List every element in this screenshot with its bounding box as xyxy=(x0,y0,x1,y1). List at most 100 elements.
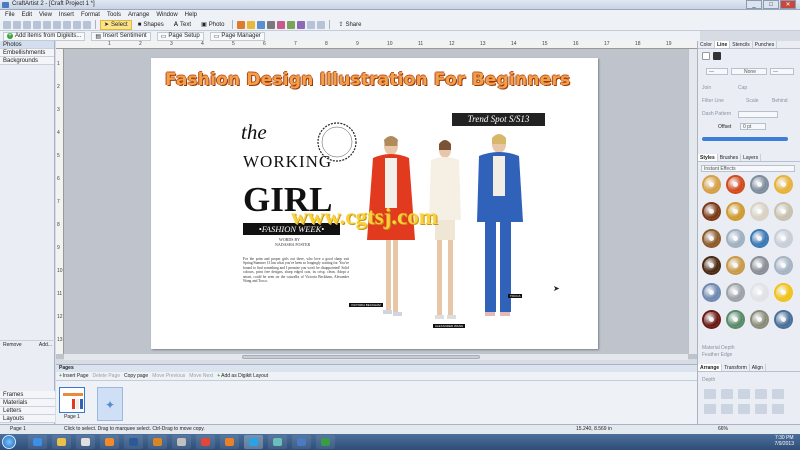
tab-embellishments[interactable]: Embellishments xyxy=(0,49,54,57)
tab-layers[interactable]: Layers xyxy=(741,154,762,161)
page-manager-button[interactable]: ▭ Page Manager xyxy=(209,31,265,41)
headline-text[interactable]: Fashion Design Illustration For Beginner… xyxy=(165,70,570,90)
arrange-icon[interactable] xyxy=(704,389,716,399)
delete-page-button[interactable]: Delete Page xyxy=(93,373,121,379)
scale-checkbox[interactable]: Scale xyxy=(746,98,759,105)
menu-edit[interactable]: Edit xyxy=(22,12,32,18)
share-button[interactable]: ⇪ Share xyxy=(334,20,365,30)
scroll-thumb[interactable] xyxy=(242,355,480,359)
eraser-icon[interactable] xyxy=(257,20,266,29)
system-clock[interactable]: 7:30 PM 7/9/2013 xyxy=(775,435,794,447)
magazine-the[interactable]: the xyxy=(241,120,267,145)
move-next-button[interactable]: Move Next xyxy=(189,373,213,379)
stamp-icon[interactable] xyxy=(287,20,296,29)
effect-swatch[interactable] xyxy=(728,204,743,219)
effect-swatch[interactable] xyxy=(704,231,719,246)
tab-punches[interactable]: Punches xyxy=(753,41,778,48)
trend-spot-banner[interactable]: Trend Spot S/S13 xyxy=(452,113,545,126)
fill-icon[interactable] xyxy=(277,20,286,29)
pen-icon[interactable] xyxy=(267,20,276,29)
effect-swatch[interactable] xyxy=(752,285,767,300)
taskbar-chrome-icon[interactable] xyxy=(196,435,215,449)
arrange-icon[interactable] xyxy=(721,389,733,399)
effect-swatch[interactable] xyxy=(704,204,719,219)
taskbar-player-icon[interactable] xyxy=(100,435,119,449)
effect-swatch[interactable] xyxy=(704,177,719,192)
effect-swatch[interactable] xyxy=(704,258,719,273)
photo-tool-button[interactable]: ▣ Photo xyxy=(197,20,228,30)
effects-dropdown[interactable]: Instant Effects xyxy=(701,165,795,172)
effect-swatch[interactable] xyxy=(704,285,719,300)
dash-pattern-field[interactable] xyxy=(738,111,778,118)
tab-materials[interactable]: Materials xyxy=(0,399,55,407)
project-page[interactable]: Fashion Design Illustration For Beginner… xyxy=(151,58,598,349)
add-digikit-layout-button[interactable]: + Add as Digikit Layout xyxy=(217,373,268,379)
tab-photos[interactable]: Photos xyxy=(0,41,54,49)
effect-swatch[interactable] xyxy=(776,177,791,192)
tab-brushes[interactable]: Brushes xyxy=(718,154,742,161)
status-page[interactable]: Page 1 xyxy=(10,426,26,432)
tab-styles[interactable]: Styles xyxy=(698,154,718,161)
add-items-button[interactable]: + Add items from Digikits... xyxy=(3,31,86,41)
effect-swatch[interactable] xyxy=(752,312,767,327)
taskbar-explorer-icon[interactable] xyxy=(52,435,71,449)
arrange-icon[interactable] xyxy=(721,404,733,414)
effect-swatch[interactable] xyxy=(728,177,743,192)
remove-button[interactable]: Remove xyxy=(3,341,22,349)
tab-align[interactable]: Align xyxy=(750,364,766,371)
effect-swatch[interactable] xyxy=(752,231,767,246)
pencil-icon[interactable] xyxy=(247,20,256,29)
taskbar-skype-icon[interactable] xyxy=(244,435,263,449)
menu-window[interactable]: Window xyxy=(156,12,177,18)
add-button[interactable]: Add... xyxy=(39,341,52,349)
line-end-dropdown[interactable]: — xyxy=(770,68,794,75)
effect-swatch[interactable] xyxy=(728,258,743,273)
taskbar-media-icon[interactable] xyxy=(76,435,95,449)
tab-color[interactable]: Color xyxy=(698,41,715,48)
models-photo[interactable] xyxy=(359,130,534,330)
effect-swatch[interactable] xyxy=(752,258,767,273)
effect-swatch[interactable] xyxy=(776,204,791,219)
offset-slider[interactable] xyxy=(702,137,788,141)
crop-icon[interactable] xyxy=(297,20,306,29)
effect-swatch[interactable] xyxy=(776,231,791,246)
taskbar-app-icon[interactable] xyxy=(172,435,191,449)
effect-swatch[interactable] xyxy=(728,312,743,327)
taskbar-photoshop-icon[interactable] xyxy=(124,435,143,449)
insert-sentiment-button[interactable]: ▤ Insert Sentiment xyxy=(91,31,151,41)
article-body[interactable]: For the prim and proper girls out there,… xyxy=(243,257,349,283)
start-button[interactable] xyxy=(2,435,16,449)
redo-icon[interactable] xyxy=(73,20,81,29)
move-previous-button[interactable]: Move Previous xyxy=(152,373,185,379)
caption-victoria-beckham[interactable]: VICTORIA BECKHAM xyxy=(349,303,383,307)
copy-icon[interactable] xyxy=(43,20,51,29)
tab-letters[interactable]: Letters xyxy=(0,407,55,415)
open-icon[interactable] xyxy=(13,20,21,29)
menu-view[interactable]: View xyxy=(39,12,52,18)
taskbar-app-icon[interactable] xyxy=(316,435,335,449)
save-icon[interactable] xyxy=(23,20,31,29)
layers-icon[interactable] xyxy=(317,20,326,29)
paste-icon[interactable] xyxy=(53,20,61,29)
line-style-dropdown[interactable]: None xyxy=(731,68,767,75)
taskbar-craftartist-icon[interactable] xyxy=(268,435,287,449)
minimize-button[interactable]: _ xyxy=(746,0,762,9)
menu-help[interactable]: Help xyxy=(185,12,197,18)
page-setup-button[interactable]: ▭ Page Setup xyxy=(156,31,204,41)
arrange-icon[interactable] xyxy=(772,389,784,399)
menu-file[interactable]: File xyxy=(5,12,15,18)
tab-backgrounds[interactable]: Backgrounds xyxy=(0,57,54,65)
arrange-icon[interactable] xyxy=(704,404,716,414)
line-weight-dropdown[interactable]: — xyxy=(706,68,728,75)
shapes-tool-button[interactable]: ■ Shapes xyxy=(134,20,168,30)
taskbar-illustrator-icon[interactable] xyxy=(148,435,167,449)
circle-text-ornament[interactable] xyxy=(311,116,363,168)
menu-format[interactable]: Format xyxy=(81,12,100,18)
tab-line[interactable]: Line xyxy=(714,41,731,48)
pen-line-icon[interactable] xyxy=(713,52,721,60)
horizontal-scrollbar[interactable] xyxy=(64,354,688,360)
page-thumbnail[interactable] xyxy=(59,387,85,413)
cut-icon[interactable] xyxy=(33,20,41,29)
effect-swatch[interactable] xyxy=(776,285,791,300)
effect-swatch[interactable] xyxy=(776,312,791,327)
